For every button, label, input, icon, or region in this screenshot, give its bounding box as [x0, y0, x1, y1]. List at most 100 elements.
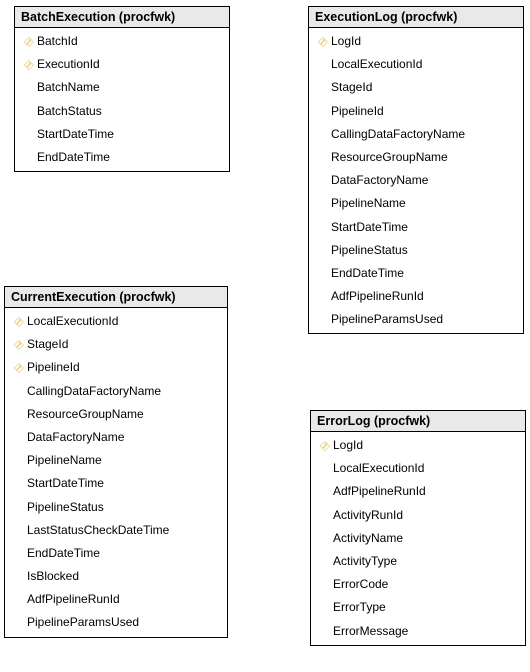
- table-row[interactable]: ActivityRunId: [311, 504, 525, 527]
- table-row[interactable]: PipelineParamsUsed: [5, 611, 227, 634]
- column-name: IsBlocked: [27, 567, 223, 586]
- column-name: LocalExecutionId: [333, 459, 521, 478]
- primary-key-icon: ⚿: [19, 55, 37, 74]
- column-name: ErrorCode: [333, 575, 521, 594]
- table-header[interactable]: ExecutionLog (procfwk): [309, 7, 523, 28]
- table-row[interactable]: ResourceGroupName: [5, 403, 227, 426]
- table-row[interactable]: PipelineStatus: [309, 239, 523, 262]
- column-name: AdfPipelineRunId: [331, 287, 519, 306]
- column-name: ActivityName: [333, 529, 521, 548]
- table-row[interactable]: BatchStatus: [15, 100, 229, 123]
- table-row[interactable]: CallingDataFactoryName: [309, 123, 523, 146]
- column-name: PipelineParamsUsed: [27, 613, 223, 632]
- table-row[interactable]: PipelineStatus: [5, 496, 227, 519]
- column-name: ErrorType: [333, 598, 521, 617]
- column-name: PipelineStatus: [27, 498, 223, 517]
- table-row[interactable]: StartDateTime: [15, 123, 229, 146]
- column-name: ErrorMessage: [333, 622, 521, 641]
- table-row[interactable]: AdfPipelineRunId: [311, 480, 525, 503]
- column-name: BatchStatus: [37, 102, 225, 121]
- table-row[interactable]: ActivityType: [311, 550, 525, 573]
- table-row[interactable]: ⚿LogId: [309, 30, 523, 53]
- table-row[interactable]: StageId: [309, 76, 523, 99]
- column-name: PipelineName: [331, 194, 519, 213]
- table-row[interactable]: ResourceGroupName: [309, 146, 523, 169]
- key-icon: ⚿: [10, 361, 27, 378]
- column-name: StartDateTime: [37, 125, 225, 144]
- table-row[interactable]: PipelineId: [309, 100, 523, 123]
- column-name: LogId: [331, 32, 519, 51]
- table-row[interactable]: AdfPipelineRunId: [5, 588, 227, 611]
- primary-key-icon: ⚿: [9, 358, 27, 377]
- primary-key-icon: ⚿: [313, 32, 331, 51]
- table-error-log[interactable]: ErrorLog (procfwk)⚿LogIdLocalExecutionId…: [310, 410, 526, 646]
- table-row[interactable]: PipelineName: [5, 449, 227, 472]
- key-icon: ⚿: [20, 35, 37, 52]
- column-name: StartDateTime: [331, 218, 519, 237]
- column-name: ResourceGroupName: [331, 148, 519, 167]
- column-name: EndDateTime: [27, 544, 223, 563]
- column-name: CallingDataFactoryName: [27, 382, 223, 401]
- table-batch-execution[interactable]: BatchExecution (procfwk)⚿BatchId⚿Executi…: [14, 6, 230, 172]
- table-header[interactable]: CurrentExecution (procfwk): [5, 287, 227, 308]
- table-row[interactable]: ⚿ExecutionId: [15, 53, 229, 76]
- table-row[interactable]: IsBlocked: [5, 565, 227, 588]
- table-columns: ⚿BatchId⚿ExecutionIdBatchNameBatchStatus…: [15, 28, 229, 171]
- table-row[interactable]: EndDateTime: [15, 146, 229, 169]
- table-row[interactable]: PipelineName: [309, 192, 523, 215]
- table-columns: ⚿LocalExecutionId⚿StageId⚿PipelineIdCall…: [5, 308, 227, 637]
- table-row[interactable]: PipelineParamsUsed: [309, 308, 523, 331]
- table-current-execution[interactable]: CurrentExecution (procfwk)⚿LocalExecutio…: [4, 286, 228, 638]
- column-name: AdfPipelineRunId: [333, 482, 521, 501]
- column-name: PipelineId: [331, 102, 519, 121]
- table-row[interactable]: DataFactoryName: [309, 169, 523, 192]
- column-name: EndDateTime: [37, 148, 225, 167]
- table-execution-log[interactable]: ExecutionLog (procfwk)⚿LogIdLocalExecuti…: [308, 6, 524, 334]
- table-row[interactable]: LastStatusCheckDateTime: [5, 519, 227, 542]
- table-row[interactable]: ErrorMessage: [311, 620, 525, 643]
- column-name: StageId: [27, 335, 223, 354]
- table-row[interactable]: ActivityName: [311, 527, 525, 550]
- primary-key-icon: ⚿: [9, 335, 27, 354]
- primary-key-icon: ⚿: [19, 32, 37, 51]
- column-name: AdfPipelineRunId: [27, 590, 223, 609]
- table-row[interactable]: LocalExecutionId: [309, 53, 523, 76]
- column-name: CallingDataFactoryName: [331, 125, 519, 144]
- key-icon: ⚿: [314, 35, 331, 52]
- table-row[interactable]: AdfPipelineRunId: [309, 285, 523, 308]
- column-name: BatchName: [37, 78, 225, 97]
- table-row[interactable]: ⚿LogId: [311, 434, 525, 457]
- table-row[interactable]: LocalExecutionId: [311, 457, 525, 480]
- table-row[interactable]: ErrorType: [311, 596, 525, 619]
- table-columns: ⚿LogIdLocalExecutionIdStageIdPipelineIdC…: [309, 28, 523, 333]
- table-row[interactable]: StartDateTime: [5, 472, 227, 495]
- column-name: PipelineId: [27, 358, 223, 377]
- column-name: ExecutionId: [37, 55, 225, 74]
- key-icon: ⚿: [316, 439, 333, 456]
- column-name: PipelineName: [27, 451, 223, 470]
- column-name: LocalExecutionId: [27, 312, 223, 331]
- table-row[interactable]: ⚿PipelineId: [5, 356, 227, 379]
- table-row[interactable]: StartDateTime: [309, 216, 523, 239]
- column-name: LogId: [333, 436, 521, 455]
- table-row[interactable]: ErrorCode: [311, 573, 525, 596]
- primary-key-icon: ⚿: [9, 312, 27, 331]
- table-row[interactable]: EndDateTime: [309, 262, 523, 285]
- table-row[interactable]: ⚿BatchId: [15, 30, 229, 53]
- table-header[interactable]: ErrorLog (procfwk): [311, 411, 525, 432]
- table-columns: ⚿LogId LocalExecutionId AdfPipelineRunId Ac…: [311, 432, 525, 645]
- column-name: DataFactoryName: [331, 171, 519, 190]
- table-row[interactable]: ⚿LocalExecutionId: [5, 310, 227, 333]
- table-row[interactable]: BatchName: [15, 76, 229, 99]
- table-row[interactable]: CallingDataFactoryName: [5, 380, 227, 403]
- column-name: BatchId: [37, 32, 225, 51]
- table-row[interactable]: EndDateTime: [5, 542, 227, 565]
- key-icon: ⚿: [10, 315, 27, 332]
- table-header[interactable]: BatchExecution (procfwk): [15, 7, 229, 28]
- column-name: LastStatusCheckDateTime: [27, 521, 223, 540]
- column-name: PipelineParamsUsed: [331, 310, 519, 329]
- column-name: EndDateTime: [331, 264, 519, 283]
- table-row[interactable]: ⚿StageId: [5, 333, 227, 356]
- column-name: ActivityRunId: [333, 506, 521, 525]
- table-row[interactable]: DataFactoryName: [5, 426, 227, 449]
